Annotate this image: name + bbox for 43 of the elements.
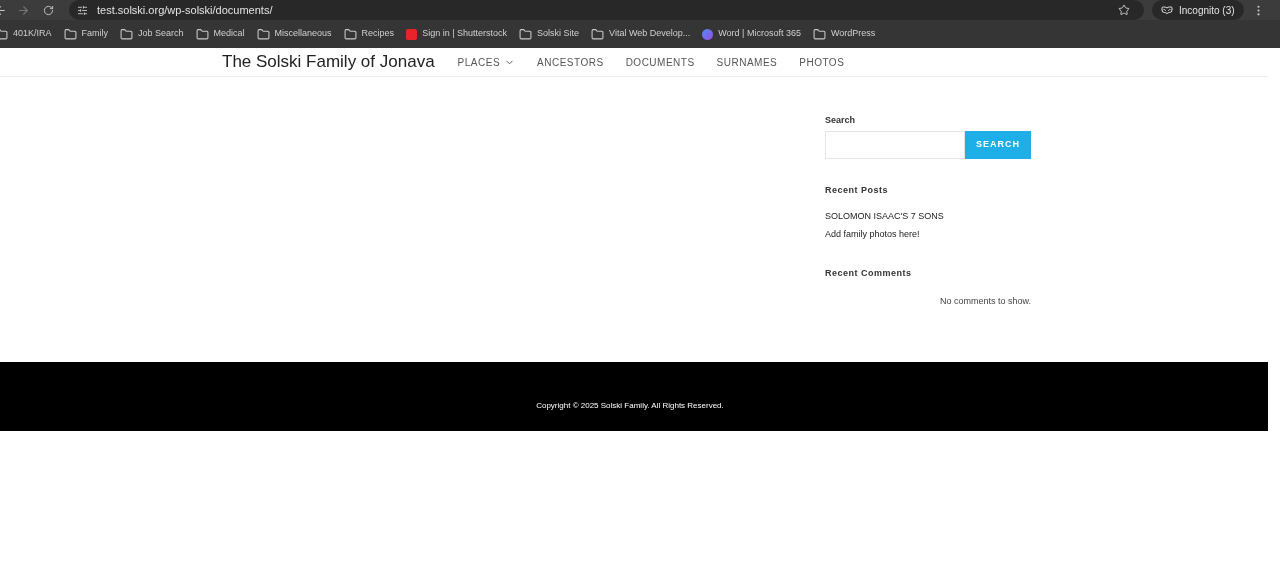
bookmark[interactable]: Medical <box>195 27 245 41</box>
folder-icon <box>519 27 532 41</box>
folder-icon <box>63 27 77 41</box>
bookmark[interactable]: Word | Microsoft 365 <box>702 27 801 41</box>
site-title[interactable]: The Solski Family of Jonava <box>222 49 435 75</box>
app-icon <box>406 28 418 40</box>
bookmark[interactable]: Solski Site <box>519 27 580 41</box>
folder-icon <box>343 27 357 41</box>
bookmark[interactable]: 401K/IRA <box>0 27 52 41</box>
incognito-button[interactable]: Incognito (3) <box>1152 0 1244 20</box>
app-icon <box>702 28 714 40</box>
folder-icon <box>120 27 134 41</box>
bookmark[interactable]: Recipes <box>343 27 395 41</box>
nav-link[interactable]: ANCESTORS <box>537 54 604 70</box>
folder-icon <box>812 27 826 41</box>
folder-icon <box>591 27 605 41</box>
nav-link[interactable]: PLACES <box>457 54 516 70</box>
nav-link[interactable]: PHOTOS <box>799 54 845 70</box>
search-field[interactable] <box>825 130 965 159</box>
folder-icon <box>256 27 270 41</box>
widget-heading: Recent Posts <box>825 183 890 197</box>
incognito-icon <box>1161 4 1173 16</box>
empty-comments-text: No comments to show. <box>938 294 1031 308</box>
folder-icon <box>195 27 209 41</box>
widget-heading: Recent Comments <box>825 267 913 280</box>
forward-icon[interactable] <box>17 3 30 17</box>
bookmark[interactable]: Family <box>63 27 109 41</box>
post-link[interactable]: Add family photos here! <box>825 227 1031 241</box>
copyright-text: Copyright © 2025 Solski Family. All Rights Reserved. <box>536 399 724 412</box>
url-text: test.solski.org/wp-solski/documents/ <box>97 2 273 18</box>
bookmark[interactable]: Sign in | Shutterstock <box>406 27 507 41</box>
address-bar[interactable]: test.solski.org/wp-solski/documents/ <box>69 0 1144 20</box>
site-info-icon[interactable] <box>77 4 88 16</box>
reload-icon[interactable] <box>43 4 54 16</box>
bookmark-star-icon[interactable] <box>1118 4 1130 16</box>
search-label: Search <box>825 114 857 127</box>
nav-link[interactable]: DOCUMENTS <box>625 54 695 70</box>
post-link[interactable]: SOLOMON ISAAC'S 7 SONS <box>825 210 1031 224</box>
bookmark[interactable]: Vital Web Develop... <box>591 27 691 41</box>
bookmark[interactable]: Job Search <box>120 27 184 41</box>
bookmark[interactable]: Miscellaneous <box>256 27 332 41</box>
nav-link[interactable]: SURNAMES <box>716 54 778 70</box>
bookmark[interactable]: WordPress <box>812 27 876 41</box>
